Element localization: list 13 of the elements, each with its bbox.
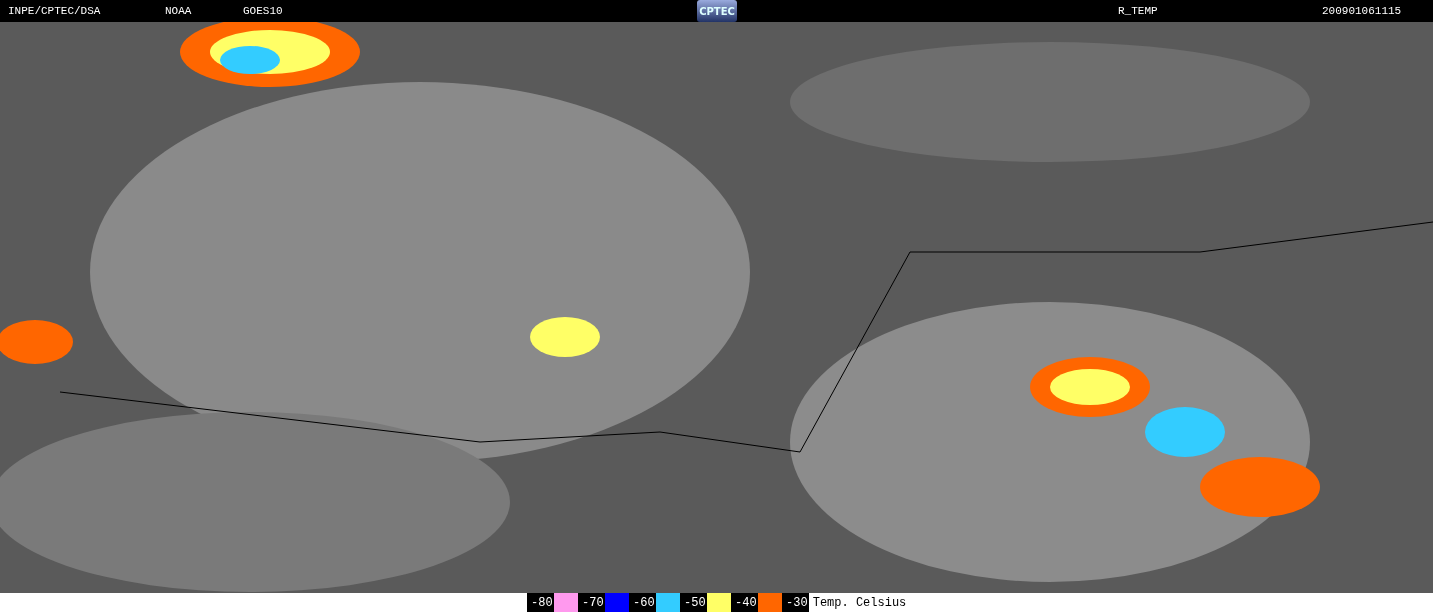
legend-label: -40 bbox=[730, 593, 758, 612]
legend-caption: Temp. Celsius bbox=[811, 594, 907, 612]
product-label: R_TEMP bbox=[1118, 5, 1159, 17]
agency-label: NOAA bbox=[165, 5, 193, 17]
satellite-label: GOES10 bbox=[243, 5, 284, 17]
timestamp-label: 200901061115 bbox=[1322, 5, 1403, 17]
legend-label: -60 bbox=[628, 593, 656, 612]
legend-label: -80 bbox=[526, 593, 554, 612]
logo: CPTEC bbox=[697, 0, 737, 22]
source-label: INPE/CPTEC/DSA bbox=[7, 5, 102, 17]
legend-label: -30 bbox=[781, 593, 809, 612]
legend-label: -70 bbox=[577, 593, 605, 612]
legend-label: -50 bbox=[679, 593, 707, 612]
